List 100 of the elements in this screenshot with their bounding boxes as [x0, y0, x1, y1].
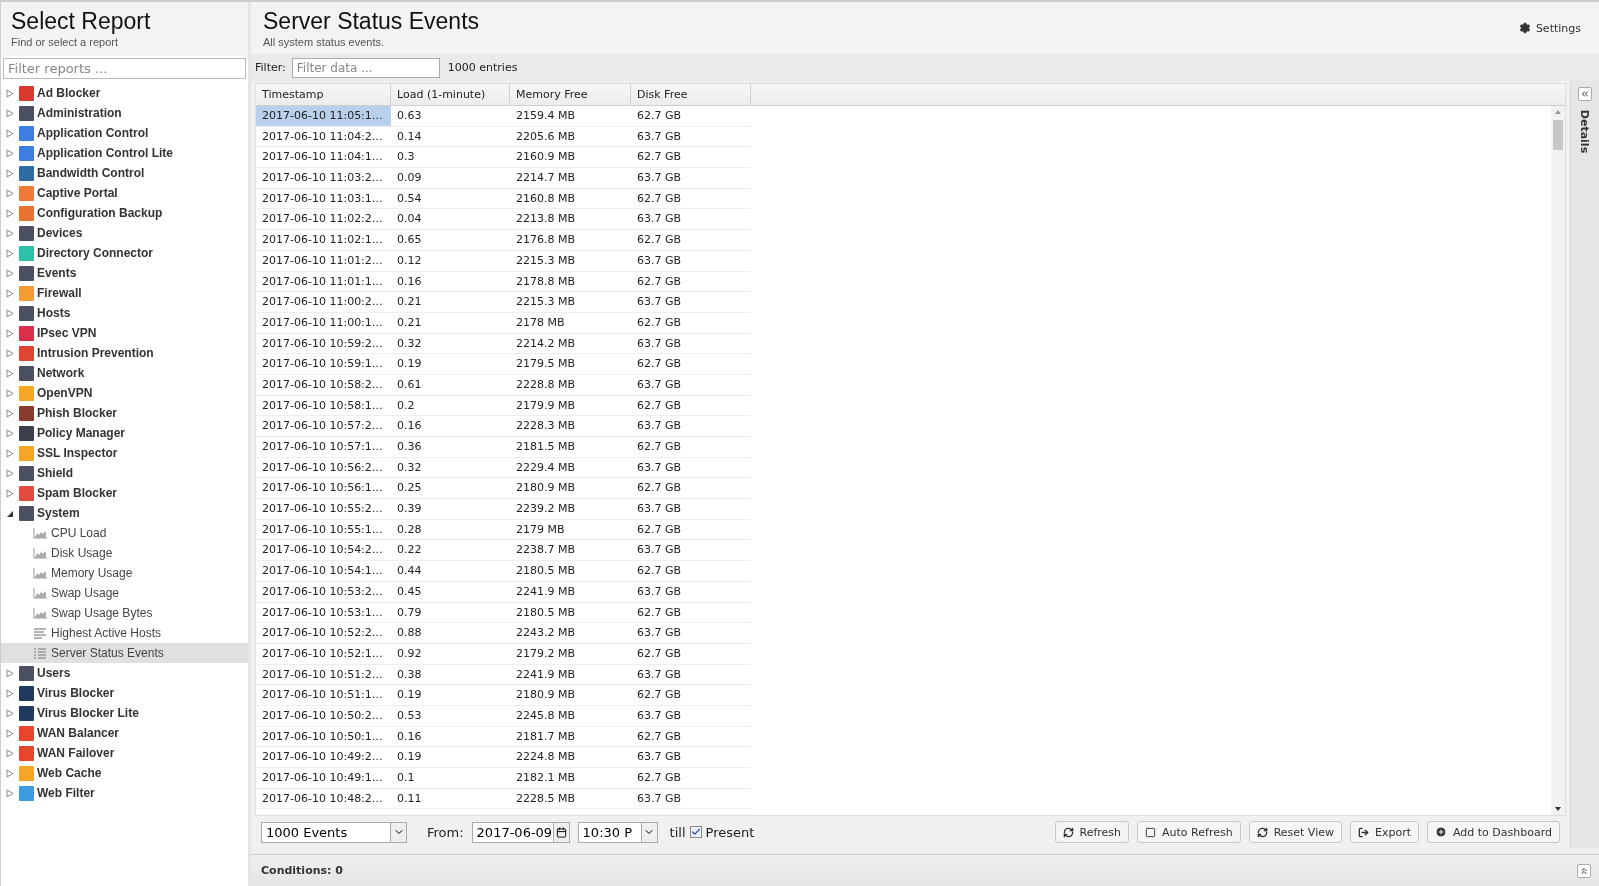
- tree-item[interactable]: Hosts: [1, 303, 248, 323]
- expand-triangle-icon[interactable]: [6, 728, 14, 738]
- expand-triangle-icon[interactable]: [6, 108, 14, 118]
- date-field[interactable]: 2017-06-09: [471, 821, 570, 843]
- expand-button[interactable]: [1578, 87, 1592, 101]
- tree-item[interactable]: WAN Balancer: [1, 723, 248, 743]
- tree-item[interactable]: OpenVPN: [1, 383, 248, 403]
- toolbar-button[interactable]: Refresh: [1054, 821, 1130, 843]
- expand-triangle-icon[interactable]: [6, 288, 14, 298]
- filter-reports-field[interactable]: Filter reports ...: [3, 58, 246, 79]
- expand-triangle-icon[interactable]: [6, 428, 14, 438]
- tree-item[interactable]: Application Control Lite: [1, 143, 248, 163]
- expand-triangle-icon[interactable]: [6, 768, 14, 778]
- tree-item[interactable]: Network: [1, 363, 248, 383]
- tree-item[interactable]: Web Cache: [1, 763, 248, 783]
- expand-triangle-icon[interactable]: [6, 488, 14, 498]
- tree-item-label: Events: [37, 266, 77, 280]
- table-cell: 2017-06-10 10:57:1…: [256, 437, 391, 458]
- tree-item[interactable]: Virus Blocker: [1, 683, 248, 703]
- expand-triangle-icon[interactable]: [6, 748, 14, 758]
- expand-triangle-icon[interactable]: [6, 388, 14, 398]
- tree-item[interactable]: Shield: [1, 463, 248, 483]
- expand-triangle-icon[interactable]: [6, 128, 14, 138]
- table-cell: 62.7 GB: [631, 768, 751, 789]
- tree-item[interactable]: Devices: [1, 223, 248, 243]
- expand-triangle-icon[interactable]: [6, 168, 14, 178]
- tree-item[interactable]: Captive Portal: [1, 183, 248, 203]
- expand-triangle-icon[interactable]: [6, 188, 14, 198]
- expand-triangle-icon[interactable]: [6, 708, 14, 718]
- report-item[interactable]: Disk Usage: [1, 543, 248, 563]
- report-item[interactable]: Swap Usage: [1, 583, 248, 603]
- expand-triangle-icon[interactable]: [6, 308, 14, 318]
- tree-item[interactable]: Firewall: [1, 283, 248, 303]
- expand-triangle-icon[interactable]: [6, 668, 14, 678]
- tree-item-label: Directory Connector: [37, 246, 154, 260]
- expand-triangle-icon[interactable]: [6, 348, 14, 358]
- present-checkbox[interactable]: [689, 826, 702, 838]
- expand-triangle-icon[interactable]: [6, 688, 14, 698]
- tree-item[interactable]: Users: [1, 663, 248, 683]
- conditions-label[interactable]: Conditions: 0: [261, 864, 343, 877]
- report-item[interactable]: Memory Usage: [1, 563, 248, 583]
- chevrons-up-icon: [1579, 865, 1589, 876]
- expand-triangle-icon[interactable]: [6, 208, 14, 218]
- expand-triangle-icon[interactable]: [6, 228, 14, 238]
- scrollbar[interactable]: [1551, 106, 1565, 815]
- tree-item[interactable]: Administration: [1, 103, 248, 123]
- table-cell: 2017-06-10 11:00:1…: [256, 312, 391, 334]
- column-header[interactable]: Memory Free: [510, 84, 631, 105]
- table-cell: 2214.2 MB: [510, 333, 631, 355]
- table-cell: 62.7 GB: [631, 478, 751, 500]
- expand-triangle-icon[interactable]: [6, 268, 14, 278]
- report-item[interactable]: Server Status Events: [1, 643, 248, 663]
- expand-button[interactable]: [1577, 863, 1591, 878]
- filter-data-field[interactable]: Filter data ...: [291, 57, 440, 78]
- tree-item[interactable]: Configuration Backup: [1, 203, 248, 223]
- tree-item[interactable]: Ad Blocker: [1, 83, 248, 103]
- tree-item[interactable]: Virus Blocker Lite: [1, 703, 248, 723]
- tree-item[interactable]: Spam Blocker: [1, 483, 248, 503]
- settings-button[interactable]: Settings: [1512, 20, 1587, 36]
- tree-item[interactable]: System: [1, 503, 248, 523]
- table-cell: 63.7 GB: [631, 416, 751, 437]
- tree-item[interactable]: Directory Connector: [1, 243, 248, 263]
- expand-triangle-icon[interactable]: [6, 148, 14, 158]
- expand-triangle-icon[interactable]: [6, 408, 14, 418]
- toolbar-button[interactable]: Add to Dashboard: [1427, 821, 1560, 843]
- column-header[interactable]: Disk Free: [631, 84, 751, 105]
- report-item[interactable]: CPU Load: [1, 523, 248, 543]
- expand-triangle-icon[interactable]: [6, 248, 14, 258]
- report-item[interactable]: Highest Active Hosts: [1, 623, 248, 643]
- details-label[interactable]: Details: [1578, 109, 1592, 154]
- toolbar-button[interactable]: Export: [1349, 821, 1419, 843]
- tree-item[interactable]: WAN Failover: [1, 743, 248, 763]
- time-dropdown[interactable]: 10:30 P: [577, 821, 658, 843]
- table-cell: 62.7 GB: [631, 561, 751, 582]
- column-header[interactable]: Load (1-minute): [391, 84, 510, 105]
- tree-item[interactable]: Bandwidth Control: [1, 163, 248, 183]
- tree-item[interactable]: Web Filter: [1, 783, 248, 803]
- toolbar-button[interactable]: Reset View: [1248, 821, 1342, 843]
- tree-item[interactable]: Application Control: [1, 123, 248, 143]
- event-limit-dropdown[interactable]: 1000 Events: [261, 821, 407, 843]
- tree-item[interactable]: Events: [1, 263, 248, 283]
- expand-triangle-icon[interactable]: [6, 88, 14, 98]
- report-item[interactable]: Swap Usage Bytes: [1, 603, 248, 623]
- tree-item[interactable]: IPsec VPN: [1, 323, 248, 343]
- tree-item[interactable]: Policy Manager: [1, 423, 248, 443]
- table-cell: 2017-06-10 11:00:2…: [256, 292, 391, 313]
- tree-item-label: WAN Failover: [37, 746, 115, 760]
- tree-item[interactable]: Phish Blocker: [1, 403, 248, 423]
- tree-item[interactable]: SSL Inspector: [1, 443, 248, 463]
- toolbar-button[interactable]: Auto Refresh: [1137, 821, 1241, 843]
- scroll-thumb[interactable]: [1553, 120, 1563, 150]
- expand-triangle-icon[interactable]: [6, 448, 14, 458]
- expand-triangle-icon[interactable]: [6, 368, 14, 378]
- plus-circle-icon: [1435, 826, 1447, 838]
- expand-triangle-icon[interactable]: [6, 788, 14, 798]
- expand-triangle-icon[interactable]: [6, 328, 14, 338]
- column-header[interactable]: Timestamp: [256, 84, 391, 105]
- expand-triangle-icon[interactable]: [6, 468, 14, 478]
- tree-item[interactable]: Intrusion Prevention: [1, 343, 248, 363]
- table-cell: 0.65: [391, 230, 510, 251]
